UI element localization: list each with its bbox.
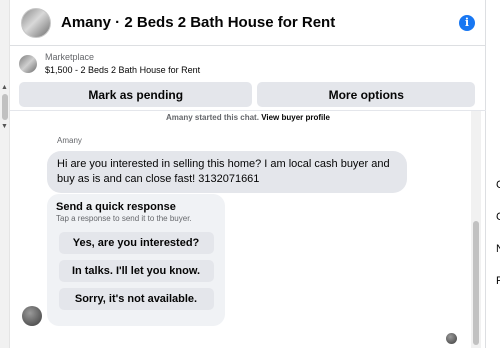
action-bar: Mark as pending More options xyxy=(10,82,485,107)
listing-photo[interactable] xyxy=(21,7,51,38)
view-buyer-profile-link[interactable]: View buyer profile xyxy=(261,113,330,122)
listing-name[interactable]: $1,500 - 2 Beds 2 Bath House for Rent xyxy=(45,64,200,77)
chat-started-text: Amany started this chat. xyxy=(166,113,259,122)
right-letter: F xyxy=(496,275,500,287)
right-letter: N xyxy=(496,243,500,255)
thread-scrollbar[interactable] xyxy=(471,111,481,348)
quick-response-card: Send a quick response Tap a response to … xyxy=(47,194,225,326)
right-letter: C xyxy=(496,211,500,223)
right-letter: C xyxy=(496,179,500,191)
sender-name: Amany xyxy=(57,136,82,145)
message-thread: Amany started this chat. View buyer prof… xyxy=(10,110,486,348)
chat-panel: Amany · 2 Beds 2 Bath House for Rent i M… xyxy=(10,0,486,348)
listing-category: Marketplace xyxy=(45,52,95,62)
scrollbar-thumb[interactable] xyxy=(2,94,8,120)
quick-response-title: Send a quick response xyxy=(56,201,176,213)
right-column-text: C C N F xyxy=(490,0,500,348)
scroll-down-icon[interactable]: ▼ xyxy=(1,123,8,130)
seen-avatar xyxy=(446,333,457,344)
scroll-up-icon[interactable]: ▲ xyxy=(1,84,8,91)
listing-row[interactable]: Marketplace $1,500 - 2 Beds 2 Bath House… xyxy=(10,48,485,80)
thread-scrollbar-thumb[interactable] xyxy=(473,221,479,345)
avatar[interactable] xyxy=(22,306,42,326)
quick-response-not-available-button[interactable]: Sorry, it's not available. xyxy=(58,288,214,310)
quick-response-subtitle: Tap a response to send it to the buyer. xyxy=(56,214,192,223)
mark-as-pending-button[interactable]: Mark as pending xyxy=(19,82,253,107)
chat-header: Amany · 2 Beds 2 Bath House for Rent i xyxy=(10,0,485,46)
info-icon[interactable]: i xyxy=(459,14,475,31)
quick-response-yes-button[interactable]: Yes, are you interested? xyxy=(58,232,214,254)
left-scrollbar[interactable]: ▲ ▼ xyxy=(0,0,10,348)
chat-title[interactable]: Amany · 2 Beds 2 Bath House for Rent xyxy=(61,14,459,31)
message-bubble: Hi are you interested in selling this ho… xyxy=(47,151,407,193)
listing-thumbnail xyxy=(19,55,37,73)
quick-response-in-talks-button[interactable]: In talks. I'll let you know. xyxy=(58,260,214,282)
chat-started-notice: Amany started this chat. View buyer prof… xyxy=(10,113,486,122)
more-options-button[interactable]: More options xyxy=(257,82,475,107)
